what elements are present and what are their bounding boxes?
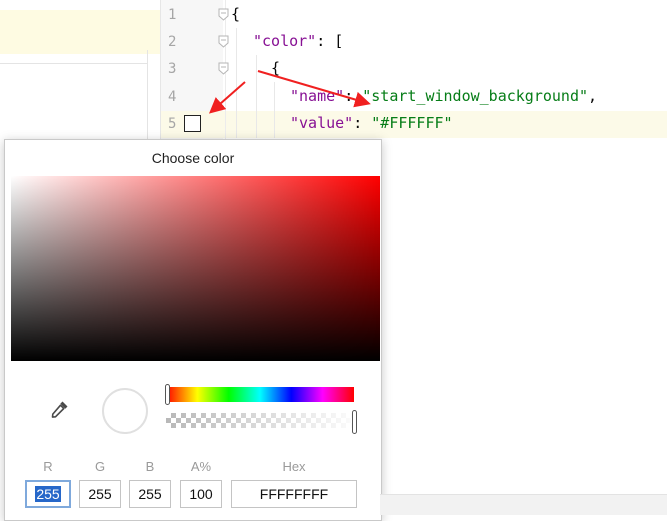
annotation-arrow (208, 81, 246, 114)
annotation-arrows (208, 70, 371, 114)
annotation-arrow (257, 70, 371, 108)
